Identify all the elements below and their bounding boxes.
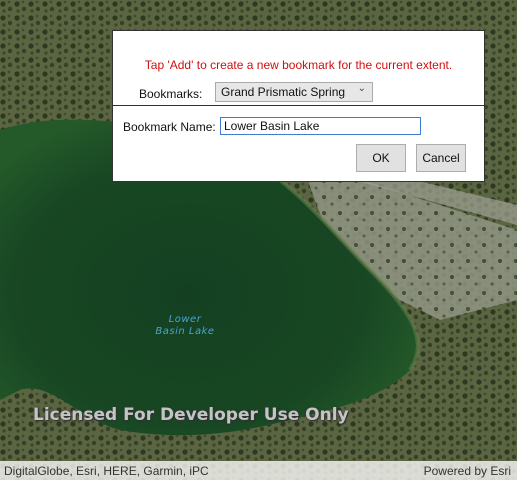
chevron-down-icon: ⌄: [357, 83, 366, 94]
lake-label-line1: Lower: [168, 314, 202, 325]
powered-by-esri[interactable]: Powered by Esri: [424, 464, 511, 478]
bookmark-name-input[interactable]: Lower Basin Lake: [220, 117, 421, 135]
bookmark-dialog: Tap 'Add' to create a new bookmark for t…: [112, 30, 485, 182]
developer-watermark: Licensed For Developer Use Only: [33, 405, 349, 425]
instruction-text: Tap 'Add' to create a new bookmark for t…: [144, 58, 453, 72]
lake-label: Lower Basin Lake: [150, 314, 220, 338]
bookmarks-dropdown[interactable]: Grand Prismatic Spring ⌄: [215, 82, 373, 102]
bookmarks-selected-value: Grand Prismatic Spring: [221, 85, 346, 99]
bookmark-name-label: Bookmark Name:: [123, 120, 216, 134]
ok-button[interactable]: OK: [356, 144, 406, 172]
attribution-text: DigitalGlobe, Esri, HERE, Garmin, iPC: [4, 464, 209, 478]
divider: [113, 105, 484, 106]
cancel-button[interactable]: Cancel: [416, 144, 466, 172]
bookmarks-label: Bookmarks:: [139, 87, 203, 101]
lake-label-line2: Basin Lake: [155, 326, 215, 337]
attribution-bar: DigitalGlobe, Esri, HERE, Garmin, iPC Po…: [0, 461, 517, 480]
